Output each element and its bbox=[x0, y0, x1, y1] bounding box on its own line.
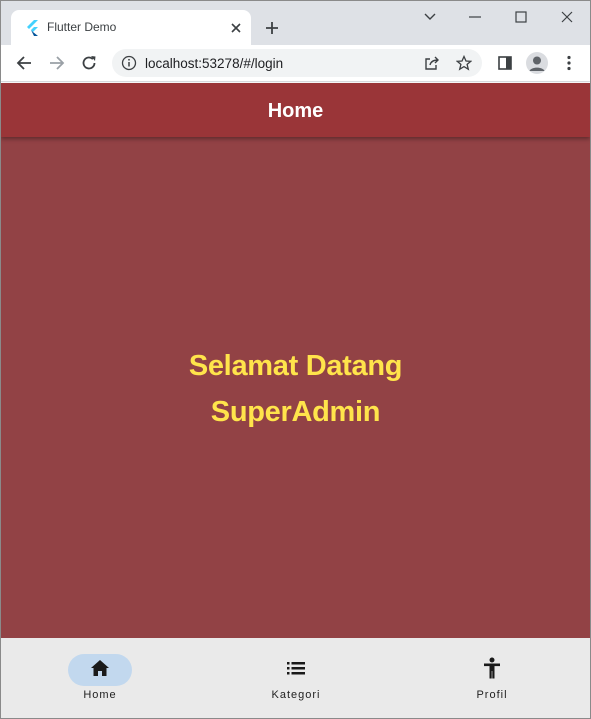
nav-label-profil: Profil bbox=[476, 689, 508, 701]
forward-arrow-icon[interactable] bbox=[46, 52, 68, 74]
minimize-icon[interactable] bbox=[463, 6, 487, 28]
nav-label-home: Home bbox=[83, 689, 117, 701]
maximize-icon[interactable] bbox=[509, 6, 533, 28]
nav-active-indicator bbox=[68, 654, 132, 686]
address-bar[interactable]: localhost:53278/#/login bbox=[112, 49, 482, 77]
side-panel-icon[interactable] bbox=[494, 52, 516, 74]
tab-title: Flutter Demo bbox=[47, 20, 117, 34]
welcome-username: SuperAdmin bbox=[210, 396, 381, 428]
nav-item-profil[interactable]: Profil bbox=[442, 654, 542, 706]
accessibility-icon bbox=[483, 657, 501, 684]
welcome-message: Selamat Datang SuperAdmin bbox=[1, 343, 590, 435]
list-icon bbox=[286, 660, 306, 681]
nav-item-home[interactable]: Home bbox=[50, 654, 150, 706]
nav-label-kategori: Kategori bbox=[271, 689, 321, 701]
app-bar: Home bbox=[1, 83, 590, 137]
bookmark-star-icon[interactable] bbox=[455, 54, 473, 72]
url-text: localhost:53278/#/login bbox=[145, 56, 284, 71]
welcome-greeting: Selamat Datang bbox=[188, 350, 403, 382]
browser-tab[interactable]: Flutter Demo bbox=[11, 10, 251, 45]
browser-toolbar: localhost:53278/#/login bbox=[1, 45, 590, 82]
home-icon bbox=[90, 659, 110, 682]
tab-strip: Flutter Demo bbox=[1, 1, 590, 45]
share-icon[interactable] bbox=[423, 54, 441, 72]
page-title: Home bbox=[267, 100, 324, 122]
flutter-logo-icon bbox=[25, 20, 39, 36]
back-arrow-icon[interactable] bbox=[13, 52, 35, 74]
nav-pill-profil bbox=[460, 654, 524, 686]
tab-search-chevron-icon[interactable] bbox=[418, 6, 442, 28]
browser-window: Flutter Demo localhost:53278/#/login Hom… bbox=[0, 0, 591, 719]
nav-pill-kategori bbox=[264, 654, 328, 686]
bottom-navigation-bar: Home Kategori Profil bbox=[1, 638, 590, 718]
nav-item-kategori[interactable]: Kategori bbox=[246, 654, 346, 706]
browser-menu-icon[interactable] bbox=[558, 52, 580, 74]
close-tab-icon[interactable] bbox=[227, 19, 245, 37]
profile-avatar-icon[interactable] bbox=[526, 52, 548, 74]
close-window-icon[interactable] bbox=[555, 6, 579, 28]
reload-icon[interactable] bbox=[78, 52, 100, 74]
new-tab-icon[interactable] bbox=[262, 18, 282, 38]
site-info-icon[interactable] bbox=[121, 55, 137, 71]
home-body: Selamat Datang SuperAdmin bbox=[1, 137, 590, 638]
